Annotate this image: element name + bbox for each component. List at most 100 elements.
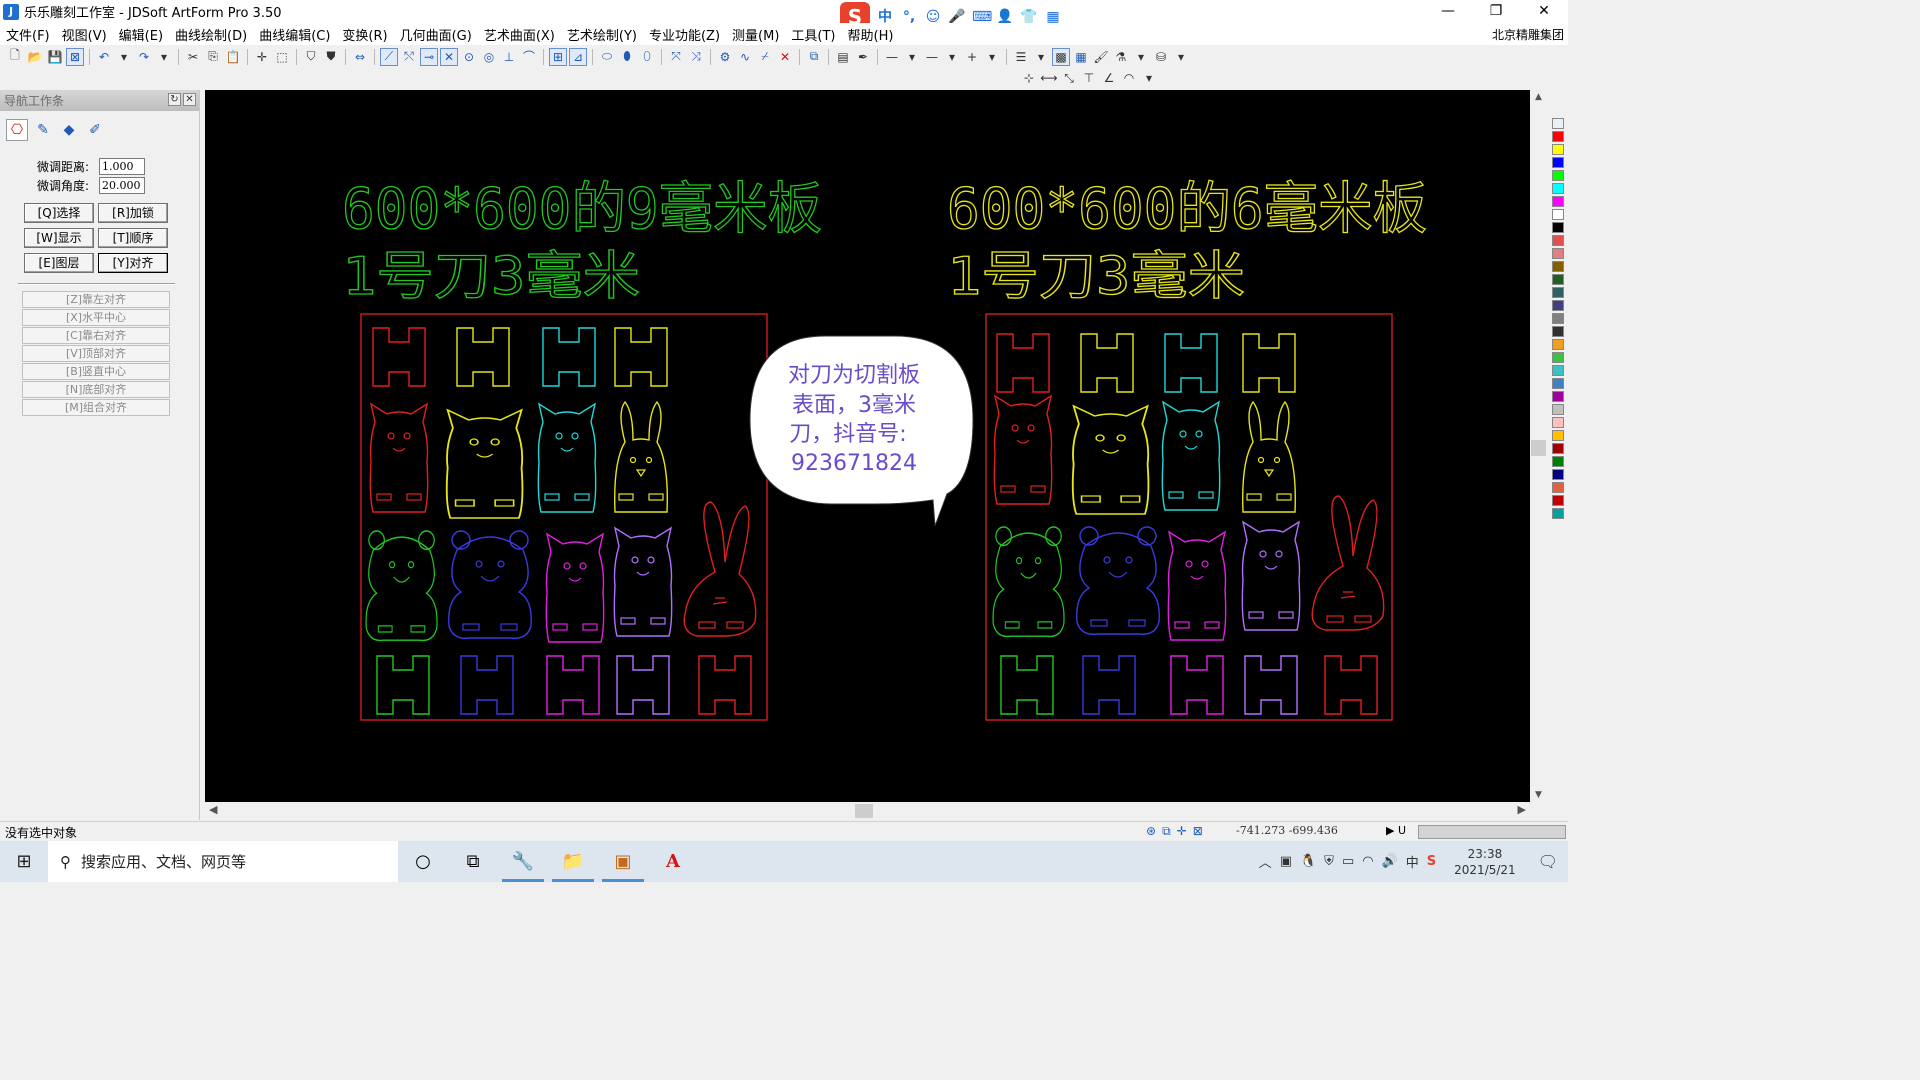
palette-swatch[interactable] xyxy=(1552,118,1564,129)
dimension-dropdown-icon[interactable]: ▾ xyxy=(1140,69,1158,87)
select-box-icon[interactable]: ⊠ xyxy=(66,47,84,66)
palette-swatch[interactable] xyxy=(1552,352,1564,363)
horizontal-scrollbar[interactable]: ◀ ▶ xyxy=(205,802,1530,820)
tab-surface-icon[interactable]: ◆ xyxy=(58,119,80,141)
close-button[interactable]: ✕ xyxy=(1520,0,1568,23)
snap-tangent-icon[interactable]: ⌒ xyxy=(520,48,538,66)
node-edit-icon[interactable]: ⚙ xyxy=(716,48,734,66)
spray-dropdown-icon[interactable]: ▾ xyxy=(1132,48,1150,66)
grid-snap-icon[interactable]: ⊞ xyxy=(549,47,567,66)
palette-swatch[interactable] xyxy=(1552,469,1564,480)
undo-icon[interactable]: ↶ xyxy=(95,48,113,66)
ime-indicator[interactable]: 中 xyxy=(1406,852,1419,871)
menu-help[interactable]: 帮助(H) xyxy=(842,25,900,44)
jdsoft-app-icon[interactable]: 🔧 xyxy=(498,841,548,882)
menu-view[interactable]: 视图(V) xyxy=(56,25,113,44)
fine-distance-input[interactable]: 1.000 xyxy=(99,158,145,175)
bucket-icon[interactable]: ⛁ xyxy=(1152,48,1170,66)
tray-expand-icon[interactable]: ︿ xyxy=(1259,852,1272,871)
trim-icon[interactable]: ⤧ xyxy=(667,48,685,66)
redo-icon[interactable]: ↷ xyxy=(135,48,153,66)
scroll-up-icon[interactable]: ▲ xyxy=(1530,92,1547,102)
redo-dropdown-icon[interactable]: ▾ xyxy=(155,48,173,66)
palette-swatch[interactable] xyxy=(1552,222,1564,233)
paste-icon[interactable]: 📋 xyxy=(224,48,242,66)
palette-swatch[interactable] xyxy=(1552,430,1564,441)
file-explorer-icon[interactable]: 📁 xyxy=(548,841,598,882)
smooth-icon[interactable]: ∿ xyxy=(736,48,754,66)
scroll-right-icon[interactable]: ▶ xyxy=(1518,803,1526,816)
menu-geometric-surface[interactable]: 几何曲面(G) xyxy=(394,25,478,44)
palette-swatch[interactable] xyxy=(1552,391,1564,402)
palette-swatch[interactable] xyxy=(1552,209,1564,220)
align-button[interactable]: [Y]对齐 xyxy=(98,253,168,273)
align-group-button[interactable]: [M]组合对齐 xyxy=(22,399,170,416)
display-button[interactable]: [W]显示 xyxy=(24,228,94,248)
task-view-icon[interactable]: ○ xyxy=(398,841,448,882)
layer-button[interactable]: [E]图层 xyxy=(24,253,94,273)
qq-icon[interactable]: 🐧 xyxy=(1300,854,1316,869)
palette-swatch[interactable] xyxy=(1552,300,1564,311)
app-window-icon[interactable]: ▣ xyxy=(598,841,648,882)
undo-dropdown-icon[interactable]: ▾ xyxy=(115,48,133,66)
drawing-canvas[interactable]: 600*600的9毫米板 1号刀3毫米 600*600的6毫米板 1号刀3毫米 xyxy=(205,90,1530,802)
snap-intersect-icon[interactable]: ✕ xyxy=(440,47,458,66)
point-style-dropdown-icon[interactable]: ▾ xyxy=(983,48,1001,66)
link-icon[interactable]: ⧉ xyxy=(1162,824,1171,839)
layer-dropdown-icon[interactable]: ▾ xyxy=(1032,48,1050,66)
palette-swatch[interactable] xyxy=(1552,274,1564,285)
palette-swatch[interactable] xyxy=(1552,183,1564,194)
palette-swatch[interactable] xyxy=(1552,287,1564,298)
security-shield-icon[interactable]: ⛨ xyxy=(1324,854,1334,869)
snap-quadrant-icon[interactable]: ◎ xyxy=(480,48,498,66)
pan-icon[interactable]: ⇔ xyxy=(351,48,369,66)
ungroup-icon[interactable]: ⬮ xyxy=(618,48,636,66)
menu-art-surface[interactable]: 艺术曲面(X) xyxy=(478,25,561,44)
color-table-icon[interactable]: ▦ xyxy=(1072,48,1090,66)
fine-angle-input[interactable]: 20.000 xyxy=(99,177,145,194)
dimension-horizontal-icon[interactable]: ⟷ xyxy=(1040,69,1058,87)
open-file-icon[interactable]: 📂 xyxy=(26,48,44,66)
group-icon[interactable]: ⬭ xyxy=(598,48,616,66)
align-right-button[interactable]: [C]靠右对齐 xyxy=(22,327,170,344)
menu-curve-draw[interactable]: 曲线绘制(D) xyxy=(169,25,253,44)
tab-path-icon[interactable]: ✐ xyxy=(84,119,106,141)
select-button[interactable]: [Q]选择 xyxy=(24,203,94,223)
line-width-dropdown-icon[interactable]: ▾ xyxy=(943,48,961,66)
snap-midpoint-icon[interactable]: ⊸ xyxy=(420,47,438,66)
bucket-dropdown-icon[interactable]: ▾ xyxy=(1172,48,1190,66)
minimize-button[interactable]: — xyxy=(1424,0,1472,23)
palette-swatch[interactable] xyxy=(1552,508,1564,519)
vertical-scrollbar[interactable]: ▲ ▼ xyxy=(1530,90,1547,802)
menu-file[interactable]: 文件(F) xyxy=(0,25,56,44)
dimension-aligned-icon[interactable]: ⤡ xyxy=(1060,69,1078,87)
battery-icon[interactable]: ▭ xyxy=(1342,854,1354,869)
save-icon[interactable]: 💾 xyxy=(46,48,64,66)
lock-button[interactable]: [R]加锁 xyxy=(98,203,168,223)
delete-icon[interactable]: ✕ xyxy=(776,48,794,66)
cut-icon[interactable]: ✂ xyxy=(184,48,202,66)
taskbar-search[interactable]: ⚲ 搜索应用、文档、网页等 xyxy=(48,841,398,882)
line-type-dropdown-icon[interactable]: ▾ xyxy=(903,48,921,66)
sogou-tray-icon[interactable]: S xyxy=(1427,854,1436,869)
align-vcenter-button[interactable]: [B]竖直中心 xyxy=(22,363,170,380)
palette-swatch[interactable] xyxy=(1552,326,1564,337)
menu-measure[interactable]: 测量(M) xyxy=(726,25,785,44)
extend-icon[interactable]: ⤨ xyxy=(687,48,705,66)
copy-icon[interactable]: ⎘ xyxy=(204,48,222,66)
horizontal-scroll-thumb[interactable] xyxy=(855,804,873,818)
palette-swatch[interactable] xyxy=(1552,443,1564,454)
view-cube-icon[interactable]: ⬚ xyxy=(273,48,291,66)
spray-icon[interactable]: ⚗ xyxy=(1112,48,1130,66)
right-board[interactable] xyxy=(985,313,1393,721)
align-top-button[interactable]: [V]顶部对齐 xyxy=(22,345,170,362)
ortho-icon[interactable]: ⊿ xyxy=(569,47,587,66)
palette-swatch[interactable] xyxy=(1552,157,1564,168)
palette-swatch[interactable] xyxy=(1552,313,1564,324)
brush-icon[interactable]: 🖌 xyxy=(1092,48,1110,66)
palette-swatch[interactable] xyxy=(1552,495,1564,506)
align-left-button[interactable]: [Z]靠左对齐 xyxy=(22,291,170,308)
palette-swatch[interactable] xyxy=(1552,417,1564,428)
new-file-icon[interactable]: 🗋 xyxy=(6,48,24,66)
panel-close-icon[interactable]: ✕ xyxy=(183,93,196,106)
